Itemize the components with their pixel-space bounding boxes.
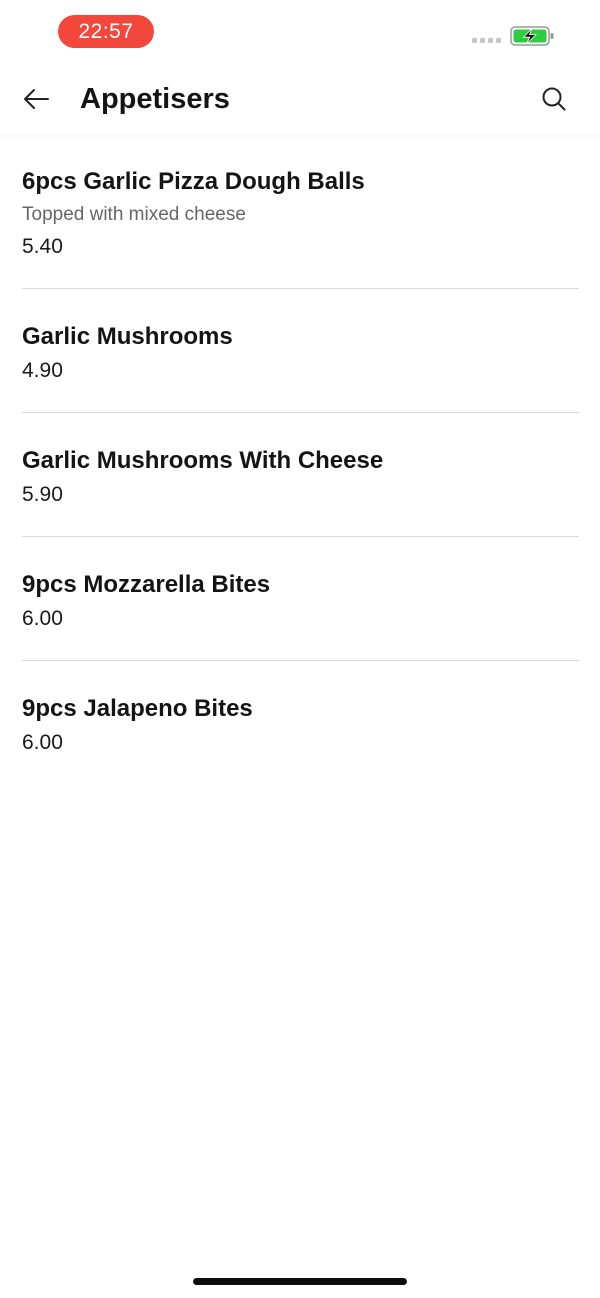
menu-item[interactable]: 6pcs Garlic Pizza Dough Balls Topped wit…	[22, 134, 579, 289]
menu-item-name: 9pcs Mozzarella Bites	[22, 571, 271, 598]
menu-item[interactable]: 9pcs Mozzarella Bites 6.00	[22, 537, 579, 661]
menu-item-name: Garlic Mushrooms	[22, 323, 233, 350]
back-button[interactable]	[16, 81, 56, 117]
battery-charging-icon	[510, 26, 554, 46]
menu-item[interactable]: 9pcs Jalapeno Bites 6.00	[22, 661, 579, 784]
menu-list: 6pcs Garlic Pizza Dough Balls Topped wit…	[22, 134, 579, 784]
menu-item-price: 6.00	[22, 607, 63, 630]
menu-item-description: Topped with mixed cheese	[22, 204, 246, 225]
status-bar: 22:57	[0, 0, 600, 64]
menu-item-name: Garlic Mushrooms With Cheese	[22, 447, 384, 474]
arrow-left-icon	[24, 89, 49, 109]
menu-item-price: 5.40	[22, 235, 63, 258]
search-button[interactable]	[534, 80, 574, 118]
home-indicator[interactable]	[193, 1278, 407, 1285]
menu-item-price: 6.00	[22, 731, 63, 754]
menu-item[interactable]: Garlic Mushrooms With Cheese 5.90	[22, 413, 579, 537]
menu-item-price: 5.90	[22, 483, 63, 506]
menu-item-name: 6pcs Garlic Pizza Dough Balls	[22, 168, 365, 195]
search-icon	[542, 87, 566, 111]
page-title: Appetisers	[80, 83, 230, 115]
menu-item-name: 9pcs Jalapeno Bites	[22, 695, 253, 722]
menu-item[interactable]: Garlic Mushrooms 4.90	[22, 289, 579, 413]
signal-icon	[472, 38, 504, 44]
app-header: Appetisers	[0, 64, 600, 134]
menu-item-price: 4.90	[22, 359, 63, 382]
status-time: 22:57	[58, 15, 154, 48]
